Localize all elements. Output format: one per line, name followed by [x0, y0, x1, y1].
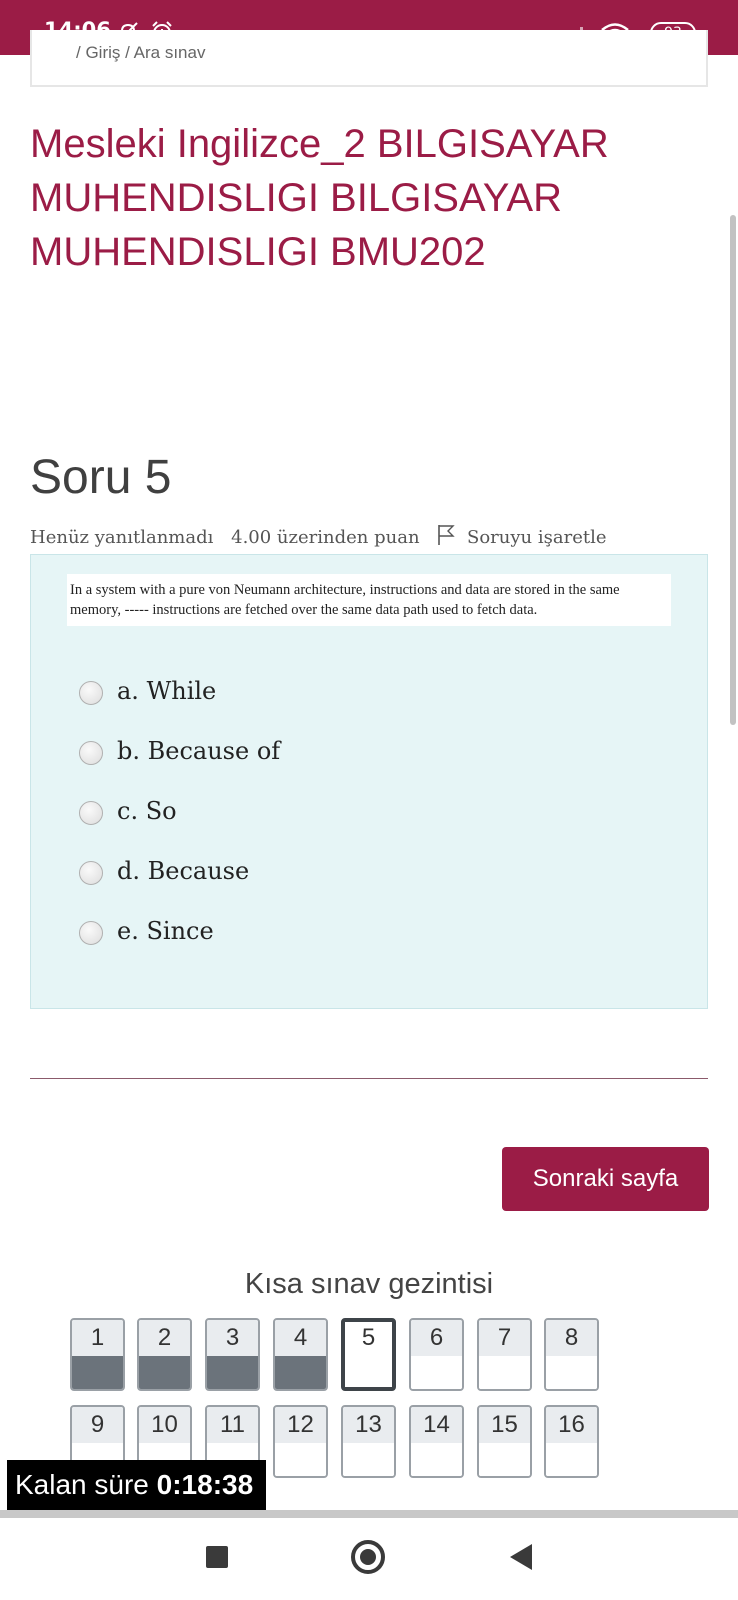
- answer-label[interactable]: e. Since: [117, 917, 214, 945]
- radio-button[interactable]: [79, 921, 103, 945]
- quiz-nav-button-12[interactable]: 12: [273, 1405, 328, 1478]
- next-page-button[interactable]: Sonraki sayfa: [502, 1147, 709, 1211]
- breadcrumb-item-ara-sinav[interactable]: Ara sınav: [134, 43, 206, 62]
- quiz-nav-number: 6: [411, 1320, 462, 1356]
- quiz-nav-number: 9: [72, 1407, 123, 1443]
- quiz-nav-number: 10: [139, 1407, 190, 1443]
- quiz-nav-state: [411, 1356, 462, 1389]
- answer-label[interactable]: d. Because: [117, 857, 249, 885]
- breadcrumb-separator: /: [125, 43, 134, 62]
- question-points: 4.00 üzerinden puan: [231, 527, 420, 548]
- quiz-nav-state: [275, 1356, 326, 1389]
- quiz-nav-button-2[interactable]: 2: [137, 1318, 192, 1391]
- quiz-nav-button-7[interactable]: 7: [477, 1318, 532, 1391]
- radio-button[interactable]: [79, 801, 103, 825]
- quiz-nav-number: 14: [411, 1407, 462, 1443]
- breadcrumb-card: / Giriş / Ara sınav: [30, 30, 708, 87]
- quiz-nav-button-1[interactable]: 1: [70, 1318, 125, 1391]
- quiz-nav-button-15[interactable]: 15: [477, 1405, 532, 1478]
- quiz-nav-state: [345, 1358, 392, 1387]
- vertical-scrollbar[interactable]: [730, 215, 736, 725]
- answer-label[interactable]: a. While: [117, 677, 216, 705]
- question-text: In a system with a pure von Neumann arch…: [67, 574, 671, 626]
- breadcrumb: / Giriş / Ara sınav: [76, 43, 205, 63]
- section-divider: [30, 1078, 708, 1079]
- radio-button[interactable]: [79, 861, 103, 885]
- quiz-nav-state: [479, 1356, 530, 1389]
- recent-apps-icon[interactable]: [206, 1546, 228, 1568]
- quiz-nav-state: [479, 1443, 530, 1476]
- quiz-nav-number: 12: [275, 1407, 326, 1443]
- course-title: Mesleki Ingilizce_2 BILGISAYAR MUHENDISL…: [30, 122, 609, 274]
- quiz-nav-button-13[interactable]: 13: [341, 1405, 396, 1478]
- answer-option-c[interactable]: c. So: [79, 793, 639, 833]
- radio-button[interactable]: [79, 681, 103, 705]
- quiz-nav-number: 2: [139, 1320, 190, 1356]
- system-navigation-bar: [0, 1518, 738, 1600]
- quiz-nav-state: [546, 1356, 597, 1389]
- quiz-nav-button-6[interactable]: 6: [409, 1318, 464, 1391]
- quiz-nav-number: 13: [343, 1407, 394, 1443]
- answer-option-b[interactable]: b. Because of: [79, 733, 639, 773]
- answer-option-a[interactable]: a. While: [79, 673, 639, 713]
- horizontal-scrollbar[interactable]: [0, 1510, 738, 1518]
- home-icon[interactable]: [351, 1540, 385, 1574]
- question-meta: Henüz yanıtlanmadı 4.00 üzerinden puan S…: [30, 524, 607, 551]
- timer-label: Kalan süre: [15, 1469, 149, 1500]
- question-box: In a system with a pure von Neumann arch…: [30, 554, 708, 1009]
- question-title: Soru 5: [30, 451, 172, 504]
- flag-icon[interactable]: [437, 524, 455, 551]
- quiz-navigation-title: Kısa sınav gezintisi: [244, 1268, 494, 1300]
- quiz-nav-number: 8: [546, 1320, 597, 1356]
- time-remaining: Kalan süre 0:18:38: [7, 1460, 266, 1510]
- quiz-nav-button-3[interactable]: 3: [205, 1318, 260, 1391]
- quiz-nav-button-14[interactable]: 14: [409, 1405, 464, 1478]
- quiz-nav-state: [546, 1443, 597, 1476]
- answer-label[interactable]: c. So: [117, 797, 177, 825]
- quiz-nav-number: 7: [479, 1320, 530, 1356]
- quiz-nav-state: [207, 1356, 258, 1389]
- quiz-nav-number: 16: [546, 1407, 597, 1443]
- quiz-nav-state: [343, 1443, 394, 1476]
- quiz-nav-button-5[interactable]: 5: [341, 1318, 396, 1391]
- flag-question-link[interactable]: Soruyu işaretle: [467, 527, 606, 548]
- quiz-nav-state: [139, 1356, 190, 1389]
- quiz-nav-number: 11: [207, 1407, 258, 1443]
- answer-label[interactable]: b. Because of: [117, 737, 280, 765]
- quiz-nav-button-4[interactable]: 4: [273, 1318, 328, 1391]
- back-icon[interactable]: [510, 1544, 532, 1570]
- quiz-nav-state: [72, 1356, 123, 1389]
- radio-button[interactable]: [79, 741, 103, 765]
- quiz-nav-number: 3: [207, 1320, 258, 1356]
- quiz-nav-number: 5: [345, 1322, 392, 1358]
- answer-option-e[interactable]: e. Since: [79, 913, 639, 953]
- quiz-nav-state: [275, 1443, 326, 1476]
- timer-value: 0:18:38: [156, 1469, 254, 1500]
- quiz-nav-state: [411, 1443, 462, 1476]
- quiz-nav-number: 4: [275, 1320, 326, 1356]
- answer-option-d[interactable]: d. Because: [79, 853, 639, 893]
- quiz-nav-number: 1: [72, 1320, 123, 1356]
- breadcrumb-item-giris[interactable]: Giriş: [85, 43, 120, 62]
- question-status: Henüz yanıtlanmadı: [30, 527, 214, 548]
- quiz-nav-number: 15: [479, 1407, 530, 1443]
- quiz-nav-button-16[interactable]: 16: [544, 1405, 599, 1478]
- quiz-nav-button-8[interactable]: 8: [544, 1318, 599, 1391]
